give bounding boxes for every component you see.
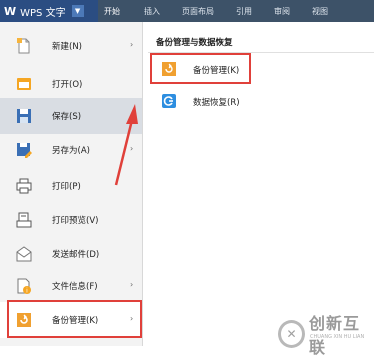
open-folder-icon: [17, 78, 31, 90]
menu-item-label: 打开(O): [52, 80, 83, 90]
menu-item-new[interactable]: 新建(N) ›: [0, 28, 142, 64]
highlight-box-backup-submenu: [150, 53, 251, 84]
save-as-icon: [17, 143, 32, 158]
menu-item-label: 文件信息(F): [52, 282, 98, 292]
tab-view[interactable]: 视图: [312, 6, 328, 17]
tab-start[interactable]: 开始: [104, 6, 120, 17]
submenu-item-data-recovery[interactable]: 数据恢复(R): [148, 88, 374, 114]
save-icon: [17, 109, 31, 123]
menu-item-send-mail[interactable]: 发送邮件(D): [0, 236, 142, 272]
wps-app-menu-button[interactable]: W WPS 文字 ▼: [0, 0, 98, 22]
watermark-logo-icon: ✕: [278, 320, 306, 348]
menu-item-print-preview[interactable]: 打印预览(V): [0, 202, 142, 238]
tab-insert[interactable]: 插入: [144, 6, 160, 17]
chevron-down-icon[interactable]: ▼: [71, 5, 84, 17]
chevron-right-icon: ›: [130, 40, 134, 49]
menu-item-label: 保存(S): [52, 112, 82, 122]
tab-references[interactable]: 引用: [236, 6, 252, 17]
chevron-right-icon: ›: [130, 144, 134, 153]
ribbon-bar: W WPS 文字 ▼ 开始 插入 页面布局 引用 审阅 视图: [0, 0, 374, 22]
send-mail-icon: [16, 246, 32, 262]
app-name: WPS 文字: [20, 7, 66, 19]
wps-logo-icon: W: [4, 4, 17, 18]
menu-item-open[interactable]: 打开(O): [0, 66, 142, 102]
menu-item-print[interactable]: 打印(P): [0, 168, 142, 204]
menu-item-file-info[interactable]: i 文件信息(F) ›: [0, 268, 142, 304]
watermark-subtext: CHUANG XIN HU LIAN: [310, 334, 365, 340]
highlight-box-backup-menu: [7, 300, 142, 338]
tab-review[interactable]: 审阅: [274, 6, 290, 17]
chevron-right-icon: ›: [130, 280, 134, 289]
print-preview-icon: [16, 212, 32, 228]
ribbon-tabs: 开始 插入 页面布局 引用 审阅 视图: [104, 0, 350, 22]
submenu-item-label: 数据恢复(R): [193, 98, 240, 108]
tab-page-layout[interactable]: 页面布局: [182, 6, 214, 17]
menu-item-label: 发送邮件(D): [52, 250, 100, 260]
file-info-icon: i: [17, 278, 31, 294]
file-menu: 新建(N) › 打开(O) 保存(S) 另存为(A) › 打印(P) 打印预览(…: [0, 22, 143, 346]
menu-item-label: 打印(P): [52, 182, 81, 192]
menu-item-label: 打印预览(V): [52, 216, 99, 226]
menu-item-label: 另存为(A): [52, 146, 90, 156]
new-doc-icon: [17, 38, 30, 54]
print-icon: [16, 178, 32, 194]
data-recovery-icon: [162, 94, 176, 108]
submenu-title: 备份管理与数据恢复: [156, 38, 233, 48]
watermark: ✕ 创新互联 CHUANG XIN HU LIAN: [278, 310, 374, 358]
menu-item-save-as[interactable]: 另存为(A) ›: [0, 132, 142, 168]
menu-item-label: 新建(N): [52, 42, 82, 52]
menu-item-save[interactable]: 保存(S): [0, 98, 142, 134]
